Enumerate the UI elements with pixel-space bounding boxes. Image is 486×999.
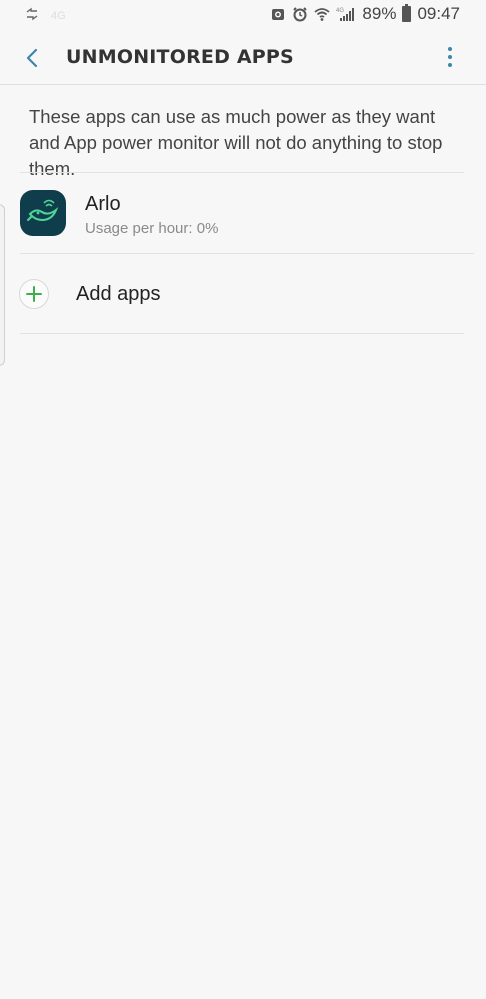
more-vert-dot xyxy=(448,55,452,59)
notification-icon: 4G xyxy=(51,10,66,22)
app-list-item-arlo[interactable]: Arlo Usage per hour: 0% xyxy=(0,174,486,252)
arlo-app-icon xyxy=(20,190,66,236)
battery-percent: 89% xyxy=(362,4,397,23)
plus-icon xyxy=(26,286,42,302)
app-bar: UNMONITORED APPS xyxy=(0,30,486,85)
clock-time: 09:47 xyxy=(417,4,460,23)
app-name: Arlo xyxy=(85,193,121,215)
add-apps-label: Add apps xyxy=(76,283,161,305)
add-apps-button[interactable]: Add apps xyxy=(0,254,486,332)
svg-text:4G: 4G xyxy=(51,10,66,22)
divider xyxy=(20,172,464,173)
page-title: UNMONITORED APPS xyxy=(66,46,294,68)
camera-icon xyxy=(272,9,285,20)
app-usage: Usage per hour: 0% xyxy=(85,220,219,237)
battery-icon xyxy=(402,4,412,22)
sync-icon xyxy=(26,7,38,21)
wifi-icon xyxy=(314,8,331,21)
status-left-icons: 4G xyxy=(24,6,66,22)
status-bar: 4G 4G 89% 09:47 xyxy=(0,0,486,30)
alarm-icon xyxy=(293,7,308,22)
description-text: These apps can use as much power as they… xyxy=(29,106,443,179)
signal-icon: 4G xyxy=(336,8,355,21)
svg-text:4G: 4G xyxy=(336,8,344,14)
edge-panel-handle[interactable] xyxy=(0,204,5,366)
divider xyxy=(20,333,464,334)
add-icon-circle xyxy=(19,279,49,309)
more-vert-dot xyxy=(448,63,452,67)
status-right-icons: 4G 89% 09:47 xyxy=(270,4,460,24)
back-button[interactable] xyxy=(18,44,46,72)
more-options-button[interactable] xyxy=(440,44,460,70)
more-vert-icon xyxy=(448,47,452,51)
arlo-bird-icon xyxy=(27,199,59,222)
chevron-left-icon xyxy=(26,48,38,68)
